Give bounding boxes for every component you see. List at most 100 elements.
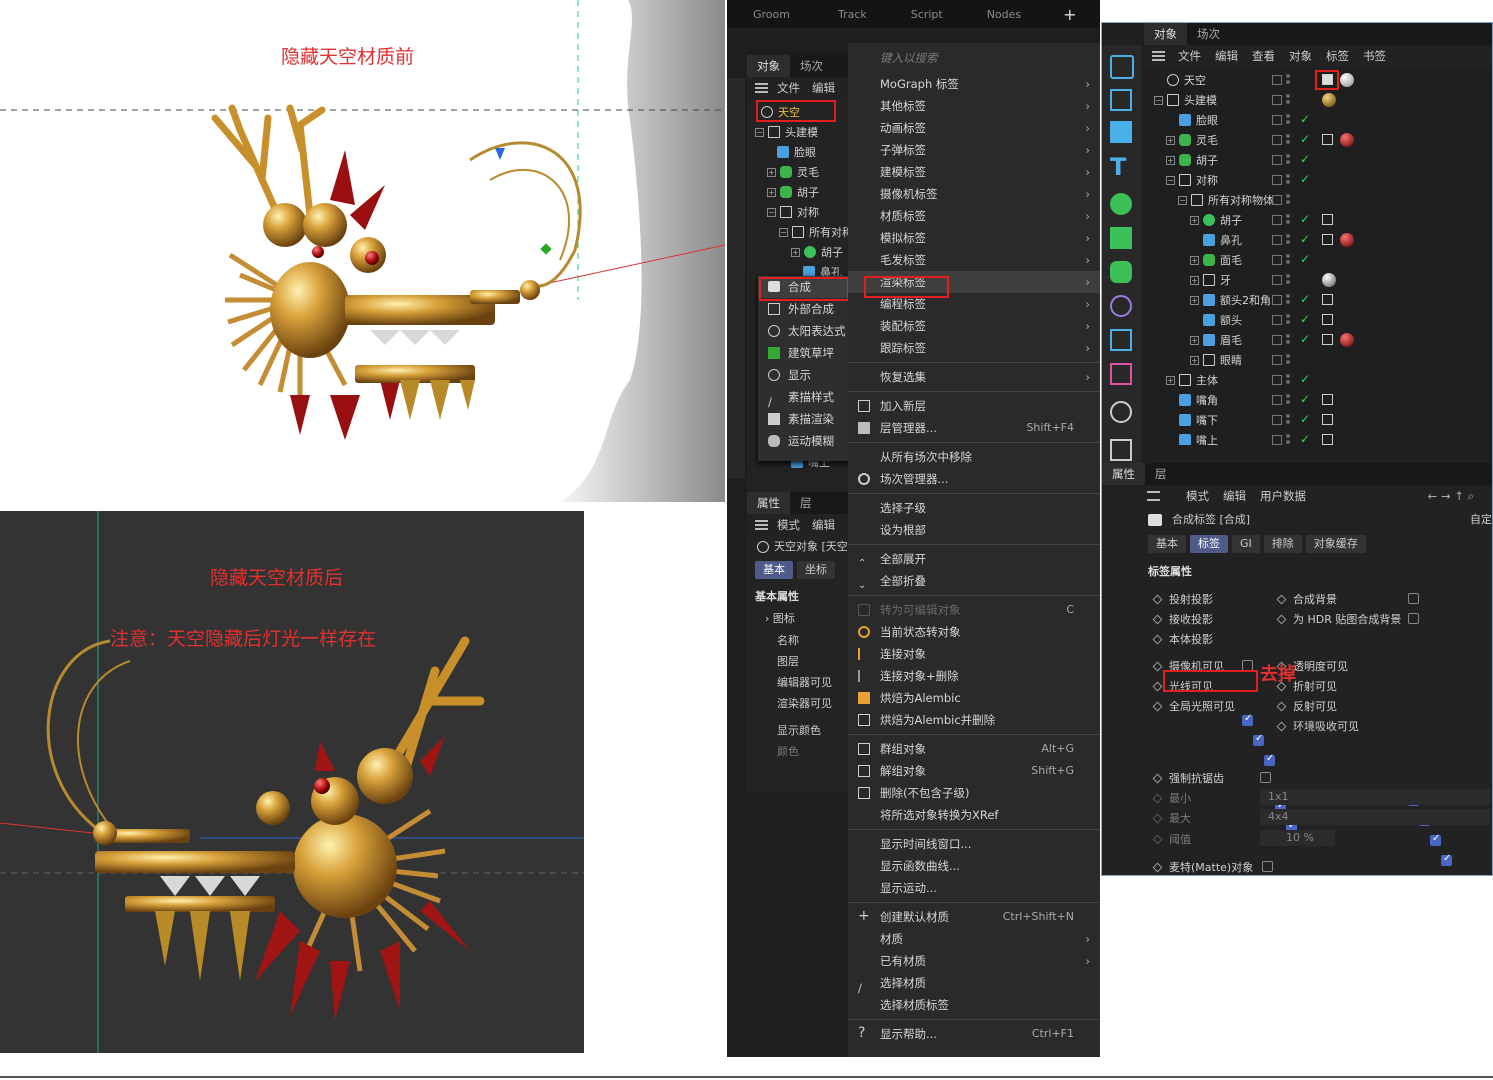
field-min[interactable]: 1x1	[1260, 789, 1490, 805]
menu-object[interactable]: 对象	[1289, 48, 1312, 64]
subdiv-tool-icon[interactable]	[1110, 193, 1132, 215]
tab-track[interactable]: Track	[838, 8, 867, 21]
expand-icon[interactable]: +	[1190, 295, 1199, 305]
menu-view[interactable]: 查看	[1252, 48, 1275, 64]
tree-item[interactable]: + 眼睛	[1144, 350, 1492, 370]
prop-checkbox[interactable]	[1408, 593, 1419, 604]
menu-item[interactable]: 显示时间线窗口...	[848, 833, 1100, 855]
visibility-dots[interactable]	[1286, 394, 1290, 398]
visibility-dots[interactable]	[1286, 134, 1290, 138]
force-aa-checkbox[interactable]	[1260, 772, 1271, 783]
menu-item[interactable]: 群组对象 Alt+G	[848, 738, 1100, 760]
menu-file[interactable]: 文件	[777, 80, 800, 96]
prop-right[interactable]: 为 HDR 贴图合成背景	[1276, 611, 1401, 627]
visibility-dots[interactable]	[1286, 274, 1290, 278]
menu-item[interactable]: 显示	[758, 364, 856, 386]
menu-item[interactable]: 连接对象+删除	[848, 665, 1100, 687]
menu-item[interactable]: 连接对象	[848, 643, 1100, 665]
menu-item[interactable]: 转为可编辑对象 C	[848, 599, 1100, 621]
menu-edit[interactable]: 编辑	[1215, 48, 1238, 64]
enabled-check-icon[interactable]: ✓	[1300, 112, 1310, 126]
edit-toggle-icon[interactable]	[1272, 135, 1282, 145]
menu-item[interactable]: 层管理器... Shift+F4	[848, 417, 1100, 439]
teeth-material-icon[interactable]	[1322, 273, 1336, 287]
edit-toggle-icon[interactable]	[1272, 295, 1282, 305]
menu-item[interactable]: 删除(不包含子级)	[848, 782, 1100, 804]
prop-left[interactable]: 摄像机可见	[1152, 658, 1224, 674]
menu-tag-category[interactable]: MoGraph 标签 ›	[848, 73, 1100, 95]
prop-checkbox[interactable]	[1242, 713, 1253, 726]
visibility-dots[interactable]	[1286, 194, 1290, 198]
edit-toggle-icon[interactable]	[1272, 215, 1282, 225]
prop-checkbox[interactable]	[1430, 833, 1441, 846]
rect-tool-icon[interactable]	[1110, 89, 1132, 111]
material-tag-icon[interactable]	[1340, 333, 1354, 347]
tree-item[interactable]: + 面毛 ✓	[1144, 250, 1492, 270]
prop-left[interactable]: 投射投影	[1152, 591, 1213, 607]
visibility-dots[interactable]	[1286, 254, 1290, 258]
tree-item[interactable]: + 灵毛 ✓	[1144, 130, 1492, 150]
menu-render-tags[interactable]: 渲染标签 ›	[848, 271, 1100, 293]
prop-left[interactable]: 本体投影	[1152, 631, 1213, 647]
viewport-before[interactable]: 隐藏天空材质前	[0, 0, 725, 502]
menu-item[interactable]: 解组对象 Shift+G	[848, 760, 1100, 782]
enabled-check-icon[interactable]: ✓	[1300, 292, 1310, 306]
edit-toggle-icon[interactable]	[1272, 115, 1282, 125]
material-tag-icon[interactable]	[1340, 233, 1354, 247]
menu-tag-category[interactable]: 建模标签 ›	[848, 161, 1100, 183]
tree-item[interactable]: − 对称 ✓	[1144, 170, 1492, 190]
menu-userdata[interactable]: 用户数据	[1260, 488, 1306, 504]
menu-item[interactable]: 运动模糊	[758, 430, 856, 452]
viewport-after[interactable]: 隐藏天空材质后 注意：天空隐藏后灯光一样存在	[0, 511, 584, 1053]
menu-item[interactable]: 显示函数曲线...	[848, 855, 1100, 877]
effector-tool-icon[interactable]	[1110, 261, 1132, 283]
field-max[interactable]: 4x4	[1260, 809, 1490, 825]
expand-icon[interactable]: −	[1154, 95, 1163, 105]
menu-item[interactable]: 已有材质 ›	[848, 950, 1100, 972]
tree-item[interactable]: + 牙	[1144, 270, 1492, 290]
tag-icon[interactable]	[1322, 214, 1333, 225]
expand-icon[interactable]: +	[1166, 375, 1175, 385]
visibility-dots[interactable]	[1286, 334, 1290, 338]
edit-toggle-icon[interactable]	[1272, 275, 1282, 285]
menu-edit[interactable]: 编辑	[1223, 488, 1246, 504]
volume-tool-icon[interactable]	[1110, 363, 1132, 385]
edit-toggle-icon[interactable]	[1272, 435, 1282, 445]
tree-item[interactable]: 鼻孔 ✓	[1144, 230, 1492, 250]
expand-icon[interactable]: +	[1190, 275, 1199, 285]
edit-toggle-icon[interactable]	[1272, 95, 1282, 105]
menu-edit[interactable]: 编辑	[812, 80, 835, 96]
edit-toggle-icon[interactable]	[1272, 415, 1282, 425]
expand-icon[interactable]: +	[1190, 355, 1199, 365]
visibility-dots[interactable]	[1286, 234, 1290, 238]
menu-bookmarks[interactable]: 书签	[1363, 48, 1386, 64]
scene-tool-icon[interactable]	[1110, 401, 1132, 423]
tag-icon[interactable]	[1322, 394, 1333, 405]
prop-force-aa[interactable]: 强制抗锯齿	[1152, 770, 1224, 786]
edit-toggle-icon[interactable]	[1272, 355, 1282, 365]
prop-checkbox[interactable]	[1408, 613, 1419, 624]
edit-toggle-icon[interactable]	[1272, 255, 1282, 265]
visibility-dots[interactable]	[1286, 214, 1290, 218]
tag-icon[interactable]	[1322, 74, 1333, 85]
edit-toggle-icon[interactable]	[1272, 235, 1282, 245]
edit-toggle-icon[interactable]	[1272, 375, 1282, 385]
menu-item[interactable]: 将所选对象转换为XRef	[848, 804, 1100, 826]
btn-coord[interactable]: 坐标	[797, 561, 835, 579]
tab-objects[interactable]: 对象	[747, 55, 790, 77]
edit-toggle-icon[interactable]	[1272, 315, 1282, 325]
material-tag-icon[interactable]	[1340, 133, 1354, 147]
visibility-dots[interactable]	[1286, 374, 1290, 378]
menu-item[interactable]: 烘焙为Alembic并删除	[848, 709, 1100, 731]
menu-search[interactable]: 键入以搜索	[848, 43, 1100, 73]
menu-tag-category[interactable]: 子弹标签 ›	[848, 139, 1100, 161]
menu-restore-selection[interactable]: 恢复选集 ›	[848, 366, 1100, 388]
menu-item-compositing[interactable]: 合成	[758, 276, 856, 298]
menu-item[interactable]: 加入新层	[848, 395, 1100, 417]
expand-icon[interactable]: +	[1166, 135, 1175, 145]
prop-right[interactable]: 反射可见	[1276, 698, 1337, 714]
expand-icon[interactable]: +	[1190, 335, 1199, 345]
visibility-dots[interactable]	[1286, 114, 1290, 118]
expand-icon[interactable]: +	[1190, 215, 1199, 225]
enabled-check-icon[interactable]: ✓	[1300, 412, 1310, 426]
